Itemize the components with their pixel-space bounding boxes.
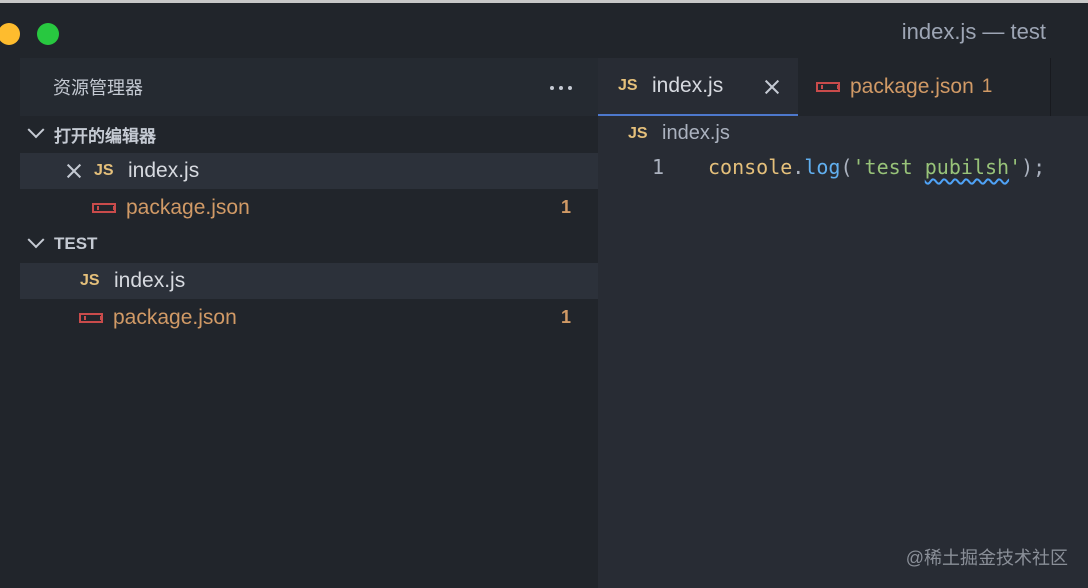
open-editors-label: 打开的编辑器 [54, 126, 156, 146]
file-name: index.js [114, 269, 186, 292]
npm-icon [92, 203, 116, 213]
tab-package-json[interactable]: package.json 1 [798, 58, 1050, 116]
spelling-warning[interactable]: pubilsh [925, 155, 1009, 179]
window-title: index.js — test [901, 19, 1046, 44]
ellipsis-icon[interactable] [550, 86, 572, 90]
file-tree-item-index-js[interactable]: JS index.js [20, 263, 598, 299]
token-string-start: 'test [852, 155, 925, 179]
code-line[interactable]: 1 console.log('test pubilsh'); [598, 154, 1088, 184]
js-icon: JS [80, 272, 100, 289]
maximize-button[interactable] [37, 23, 59, 45]
token-function: log [804, 155, 841, 179]
npm-icon [816, 82, 840, 92]
token-object: console [708, 155, 793, 179]
js-icon: JS [618, 77, 638, 94]
tab-problem-badge: 1 [981, 76, 993, 97]
breadcrumb-file[interactable]: index.js [662, 122, 730, 145]
open-editor-item-index-js[interactable]: JS index.js [20, 153, 598, 189]
chevron-down-icon [27, 231, 45, 249]
tab-divider [1050, 58, 1051, 116]
file-tree-item-package-json[interactable]: package.json 1 [20, 300, 598, 336]
breadcrumb[interactable]: JS index.js [628, 122, 730, 145]
file-name: package.json [113, 306, 237, 329]
project-section-header[interactable]: TEST [20, 226, 598, 262]
open-editor-item-package-json[interactable]: package.json 1 [20, 190, 598, 226]
problem-count-badge: 1 [560, 307, 571, 327]
token-dot: . [792, 155, 805, 179]
editor-area: JS index.js package.json 1 JS index.js 1… [598, 58, 1088, 588]
minimize-button[interactable] [0, 23, 20, 45]
tab-bar: JS index.js package.json 1 [598, 58, 1088, 116]
token-string-end: ' [1009, 155, 1022, 179]
tab-index-js[interactable]: JS index.js [598, 58, 798, 116]
close-icon[interactable] [66, 163, 82, 179]
token-paren-open: ( [840, 155, 853, 179]
explorer-header: 资源管理器 [20, 58, 598, 116]
title-bar: index.js — test [0, 3, 1088, 58]
npm-icon [79, 313, 103, 323]
line-number: 1 [652, 155, 665, 179]
token-paren-close: ); [1021, 155, 1046, 179]
problem-count-badge: 1 [560, 197, 571, 217]
vscode-window: index.js — test 资源管理器 打开的编辑器 JS index.js… [0, 0, 1088, 588]
project-folder-label: TEST [54, 234, 98, 253]
explorer-title: 资源管理器 [53, 78, 143, 98]
watermark: @稀土掘金技术社区 [905, 548, 1068, 568]
js-icon: JS [94, 162, 114, 179]
chevron-down-icon [27, 121, 45, 139]
open-editors-section-header[interactable]: 打开的编辑器 [20, 116, 598, 152]
tab-label: package.json [850, 75, 974, 98]
close-icon[interactable] [764, 79, 780, 95]
open-editor-label: index.js [128, 159, 200, 182]
explorer-sidebar: 资源管理器 打开的编辑器 JS index.js package.json 1 … [20, 58, 598, 588]
js-icon: JS [628, 124, 648, 142]
open-editor-label: package.json [126, 196, 250, 219]
code-text[interactable]: console.log('test pubilsh'); [708, 155, 1045, 179]
tab-label: index.js [652, 74, 724, 97]
